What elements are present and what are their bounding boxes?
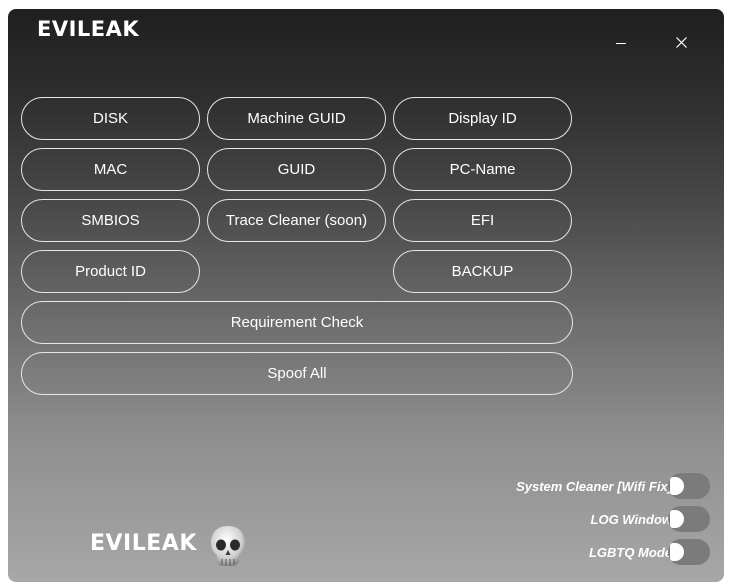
mac-button[interactable]: MAC bbox=[21, 148, 200, 191]
backup-button[interactable]: BACKUP bbox=[393, 250, 572, 293]
display-id-button[interactable]: Display ID bbox=[393, 97, 572, 140]
spoof-all-button-label: Spoof All bbox=[267, 365, 327, 382]
requirement-check-button-label: Requirement Check bbox=[230, 314, 364, 331]
system-cleaner-toggle[interactable] bbox=[668, 473, 710, 499]
app-title: EVILEAK bbox=[37, 17, 140, 41]
spoof-all-button[interactable]: Spoof All bbox=[21, 352, 573, 395]
product-id-button[interactable]: Product ID bbox=[21, 250, 200, 293]
log-window-toggle[interactable] bbox=[668, 506, 710, 532]
disk-button[interactable]: DISK bbox=[21, 97, 200, 140]
guid-button[interactable]: GUID bbox=[207, 148, 386, 191]
product-id-button-label: Product ID bbox=[75, 263, 146, 280]
backup-button-label: BACKUP bbox=[451, 263, 514, 280]
trace-cleaner-button[interactable]: Trace Cleaner (soon) bbox=[207, 199, 386, 242]
pc-name-button[interactable]: PC-Name bbox=[393, 148, 572, 191]
pc-name-button-label: PC-Name bbox=[449, 161, 516, 178]
machine-guid-button[interactable]: Machine GUID bbox=[207, 97, 386, 140]
toggle-knob bbox=[670, 510, 684, 528]
guid-button-label: GUID bbox=[277, 161, 316, 178]
mac-button-label: MAC bbox=[93, 161, 128, 178]
lgbtq-mode-row: LGBTQ Mode bbox=[589, 539, 710, 565]
system-cleaner-label: System Cleaner [Wifi Fix] bbox=[516, 478, 672, 494]
close-button[interactable] bbox=[671, 31, 693, 53]
system-cleaner-row: System Cleaner [Wifi Fix] bbox=[516, 473, 710, 499]
skull-icon bbox=[211, 526, 245, 566]
smbios-button[interactable]: SMBIOS bbox=[21, 199, 200, 242]
log-window-label: LOG Window bbox=[590, 511, 672, 527]
close-icon bbox=[676, 37, 687, 48]
smbios-button-label: SMBIOS bbox=[81, 212, 140, 229]
efi-button-label: EFI bbox=[470, 212, 495, 229]
trace-cleaner-button-label: Trace Cleaner (soon) bbox=[225, 212, 368, 229]
display-id-button-label: Display ID bbox=[448, 110, 517, 127]
efi-button[interactable]: EFI bbox=[393, 199, 572, 242]
requirement-check-button[interactable]: Requirement Check bbox=[21, 301, 573, 344]
lgbtq-mode-toggle[interactable] bbox=[668, 539, 710, 565]
minimize-button[interactable] bbox=[609, 31, 631, 53]
toggle-knob bbox=[670, 477, 684, 495]
log-window-row: LOG Window bbox=[591, 506, 710, 532]
app-window: EVILEAK DISK Machine GUID Display ID MAC… bbox=[8, 9, 724, 582]
toggle-knob bbox=[670, 543, 684, 561]
disk-button-label: DISK bbox=[92, 110, 128, 127]
bottom-logo: EVILEAK bbox=[90, 531, 197, 556]
lgbtq-mode-label: LGBTQ Mode bbox=[588, 544, 672, 560]
machine-guid-button-label: Machine GUID bbox=[247, 110, 346, 127]
